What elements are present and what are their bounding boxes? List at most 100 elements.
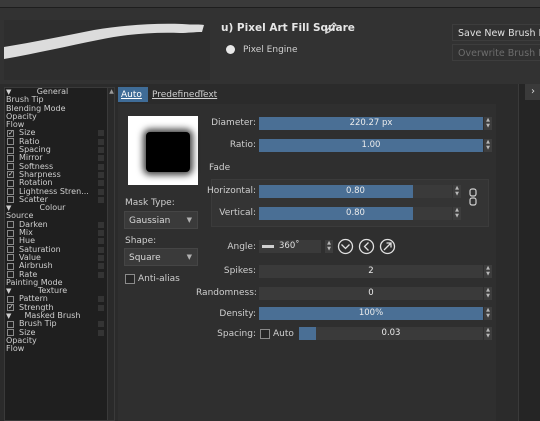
brush-options-list: ▼ General Brush Tip Blending Mode Opacity Flo…	[4, 87, 115, 421]
shape-select[interactable]: Square ▼	[124, 248, 198, 266]
option-checkbox[interactable]	[7, 138, 14, 146]
rotate-left-icon[interactable]	[358, 238, 375, 255]
fade-label: Fade	[209, 163, 231, 173]
diameter-slider[interactable]: 220.27 px	[259, 117, 483, 130]
brush-tip-preview	[128, 116, 198, 185]
ratio-value: 1.00	[361, 140, 381, 150]
option-checkbox[interactable]	[7, 295, 14, 303]
antialias-label: Anti-alias	[138, 274, 180, 284]
ratio-slider[interactable]: 1.00	[259, 139, 483, 152]
option-indicator	[98, 196, 104, 203]
option-indicator	[98, 329, 104, 336]
option-indicator	[98, 155, 104, 162]
chain-link-icon[interactable]	[469, 188, 477, 206]
randomness-value: 0	[368, 288, 374, 298]
diameter-spin-icon[interactable]: ▲ ▼	[484, 117, 492, 130]
brush-tip-shape	[146, 132, 190, 172]
option-checkbox[interactable]	[7, 163, 14, 171]
randomness-label: Randomness:	[196, 288, 257, 298]
overwrite-preset-button[interactable]: Overwrite Brush Preset	[452, 44, 540, 61]
option-item[interactable]: Flow	[5, 344, 114, 354]
option-checkbox[interactable]	[7, 196, 14, 204]
option-indicator	[98, 238, 104, 245]
options-scrollbar[interactable]: ▲	[107, 88, 114, 420]
collapsed-side-panel: ›	[518, 84, 540, 421]
angle-dial-icon	[262, 245, 274, 248]
option-indicator	[98, 130, 104, 137]
option-checkbox[interactable]	[7, 271, 14, 279]
option-checkbox[interactable]	[7, 320, 14, 328]
horizontal-label: Horizontal:	[207, 186, 256, 196]
density-label: Density:	[219, 309, 256, 319]
randomness-slider[interactable]: 0	[259, 287, 483, 300]
right-strip	[496, 84, 518, 421]
spikes-slider[interactable]: 2	[259, 265, 483, 278]
vertical-fade-slider[interactable]: 0.80	[259, 207, 452, 220]
spacing-slider[interactable]: 0.03	[299, 327, 483, 340]
chevron-down-icon: ▼	[186, 253, 192, 261]
stroke-preview-image	[4, 23, 204, 59]
randomness-spin-icon[interactable]: ▲ ▼	[484, 287, 492, 300]
tab-predefined[interactable]: Predefined	[149, 87, 200, 102]
angle-spin-icon[interactable]: ▲ ▼	[325, 240, 333, 253]
angle-value: 360˚	[279, 241, 300, 251]
scroll-up-icon[interactable]: ▲	[108, 88, 114, 97]
option-checkbox[interactable]	[7, 254, 14, 262]
diameter-label: Diameter:	[211, 118, 256, 128]
option-indicator	[98, 271, 104, 278]
horizontal-fade-slider[interactable]: 0.80	[259, 185, 452, 198]
option-checkbox[interactable]	[7, 221, 14, 229]
option-indicator	[98, 221, 104, 228]
mask-type-value: Gaussian	[129, 216, 171, 226]
option-checkbox[interactable]: ✓	[7, 129, 14, 137]
horizontal-value: 0.80	[346, 186, 365, 196]
tab-text[interactable]: Text	[196, 87, 220, 102]
angle-input[interactable]: 360˚	[259, 240, 321, 253]
chevron-down-icon: ▼	[186, 216, 192, 224]
pencil-icon[interactable]	[324, 21, 338, 35]
option-indicator	[98, 263, 104, 270]
engine-label: Pixel Engine	[243, 45, 298, 55]
horizontal-spin-icon[interactable]: ▲ ▼	[453, 185, 461, 198]
option-checkbox[interactable]	[7, 179, 14, 187]
save-new-preset-button[interactable]: Save New Brush Preset	[452, 24, 540, 41]
option-checkbox[interactable]	[7, 262, 14, 270]
option-checkbox[interactable]	[7, 237, 14, 245]
mask-type-select[interactable]: Gaussian ▼	[124, 211, 198, 229]
vertical-spin-icon[interactable]: ▲ ▼	[453, 207, 461, 220]
antialias-checkbox[interactable]	[125, 274, 135, 284]
option-checkbox[interactable]	[7, 188, 14, 196]
option-checkbox[interactable]	[7, 246, 14, 254]
top-strip	[0, 0, 540, 8]
tab-auto[interactable]: Auto	[118, 87, 148, 102]
spacing-label: Spacing:	[217, 329, 256, 339]
rotate-diagonal-icon[interactable]	[379, 238, 396, 255]
vertical-value: 0.80	[346, 208, 365, 218]
density-value: 100%	[358, 308, 384, 318]
ratio-spin-icon[interactable]: ▲ ▼	[484, 139, 492, 152]
spacing-spin-icon[interactable]: ▲ ▼	[484, 327, 492, 340]
option-indicator	[98, 180, 104, 187]
spacing-value: 0.03	[381, 328, 401, 338]
option-indicator	[98, 246, 104, 253]
density-spin-icon[interactable]: ▲ ▼	[484, 307, 492, 320]
option-indicator	[98, 321, 104, 328]
rotate-down-icon[interactable]	[337, 238, 354, 255]
expand-chevron-icon[interactable]: ›	[525, 84, 540, 100]
diameter-value: 220.27 px	[349, 118, 393, 128]
preset-header: u) Pixel Art Fill Square Pixel Engine Sa…	[0, 8, 540, 84]
option-checkbox[interactable]	[7, 146, 14, 154]
spikes-spin-icon[interactable]: ▲ ▼	[484, 265, 492, 278]
option-checkbox[interactable]: ✓	[7, 171, 14, 179]
angle-label: Angle:	[227, 242, 256, 252]
option-label: Flow	[6, 344, 25, 354]
spacing-auto-checkbox[interactable]	[260, 329, 270, 339]
spikes-value: 2	[368, 266, 374, 276]
option-checkbox[interactable]	[7, 229, 14, 237]
options-container: ▼ General Brush Tip Blending Mode Opacity Flo…	[5, 88, 114, 354]
option-checkbox[interactable]	[7, 154, 14, 162]
option-checkbox[interactable]: ✓	[7, 304, 14, 312]
density-slider[interactable]: 100%	[259, 307, 483, 320]
option-indicator	[98, 171, 104, 178]
option-indicator	[98, 138, 104, 145]
